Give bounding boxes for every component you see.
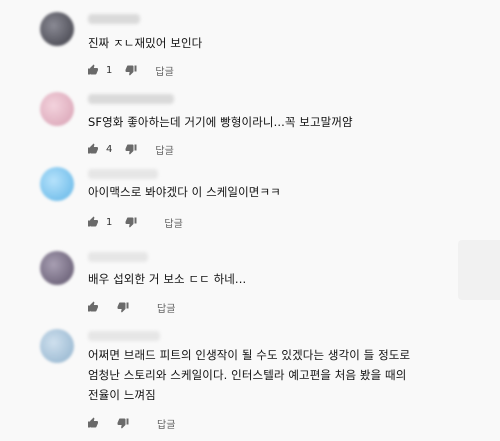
avatar[interactable] bbox=[40, 167, 74, 201]
comments-page: 진짜 ㅈㄴ재밌어 보인다 1 답글 SF영화 좋아하는데 거기에 빵형이라니..… bbox=[0, 0, 500, 441]
author-name light[interactable] bbox=[88, 169, 158, 179]
comment-text: 진짜 ㅈㄴ재밌어 보인다 bbox=[88, 36, 203, 50]
thumbs-up-icon[interactable] bbox=[86, 215, 100, 229]
author-name[interactable] bbox=[88, 14, 140, 24]
comment-actions: 4 답글 bbox=[86, 142, 174, 157]
comment-actions: 답글 bbox=[86, 300, 175, 315]
thumbs-down-icon[interactable] bbox=[116, 416, 130, 430]
thumbs-up-icon[interactable] bbox=[86, 300, 100, 314]
avatar[interactable] bbox=[40, 92, 74, 126]
like-count: 1 bbox=[106, 216, 113, 228]
reply-button[interactable]: 답글 bbox=[155, 142, 173, 157]
author-name[interactable] bbox=[88, 331, 160, 341]
comment-2: SF영화 좋아하는데 거기에 빵형이라니...꼭 보고말꺼얌 4 답글 bbox=[0, 80, 500, 160]
thumbs-down-icon[interactable] bbox=[124, 142, 138, 156]
comment-text: 어쩌면 브래드 피트의 인생작이 될 수도 있겠다는 생각이 들 정도로 엄청난… bbox=[88, 348, 411, 402]
comment-actions: 답글 bbox=[86, 416, 175, 431]
author-name[interactable] bbox=[88, 94, 174, 104]
reply-button[interactable]: 답글 bbox=[157, 300, 175, 315]
comment-5: 어쩌면 브래드 피트의 인생작이 될 수도 있겠다는 생각이 들 정도로 엄청난… bbox=[0, 320, 500, 441]
reply-button[interactable]: 답글 bbox=[164, 215, 182, 230]
comment-text: 배우 섭외한 거 보소 ㄷㄷ 하네... bbox=[88, 272, 247, 286]
comment-4: 배우 섭외한 거 보소 ㄷㄷ 하네... 답글 bbox=[0, 240, 500, 320]
thumbs-up-icon[interactable] bbox=[86, 416, 100, 430]
thumbs-down-icon[interactable] bbox=[124, 63, 138, 77]
side-panel-edge bbox=[458, 240, 500, 300]
avatar[interactable] bbox=[40, 329, 74, 363]
author-name[interactable] bbox=[88, 252, 148, 262]
comment-text: 아이맥스로 봐야겠다 이 스케일이면ㅋㅋ bbox=[88, 185, 281, 199]
reply-button[interactable]: 답글 bbox=[155, 63, 173, 78]
comment-1: 진짜 ㅈㄴ재밌어 보인다 1 답글 bbox=[0, 0, 500, 80]
thumbs-up-icon[interactable] bbox=[86, 63, 100, 77]
avatar[interactable] bbox=[40, 251, 74, 285]
comment-actions: 1 답글 bbox=[86, 215, 183, 230]
thumbs-down-icon[interactable] bbox=[124, 215, 138, 229]
reply-button[interactable]: 답글 bbox=[157, 416, 175, 431]
comment-3: 아이맥스로 봐야겠다 이 스케일이면ㅋㅋ 1 답글 bbox=[0, 160, 500, 240]
like-count: 4 bbox=[106, 143, 113, 155]
like-count: 1 bbox=[106, 64, 113, 76]
comment-actions: 1 답글 bbox=[86, 63, 174, 78]
thumbs-down-icon[interactable] bbox=[116, 300, 130, 314]
avatar[interactable] bbox=[40, 12, 74, 46]
thumbs-up-icon[interactable] bbox=[86, 142, 100, 156]
comment-text: SF영화 좋아하는데 거기에 빵형이라니...꼭 보고말꺼얌 bbox=[88, 115, 353, 129]
